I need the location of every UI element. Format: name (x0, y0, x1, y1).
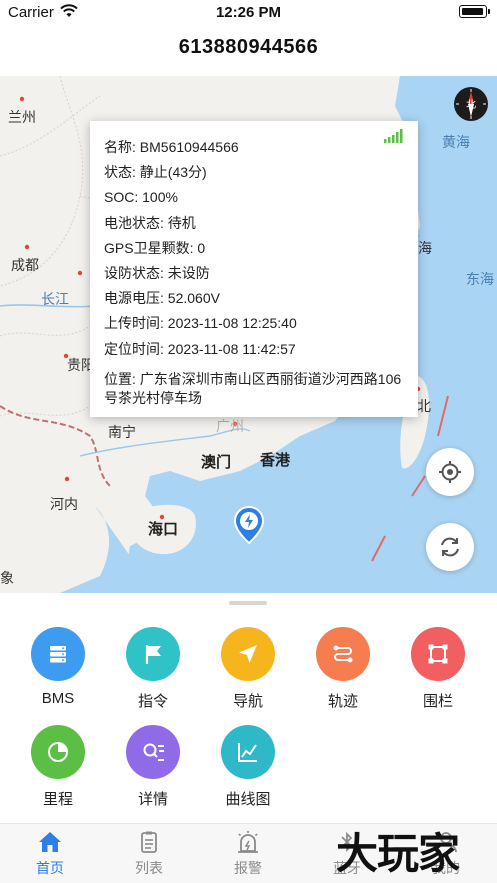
tab-list[interactable]: 列表 (114, 830, 184, 878)
info-row-upload-time: 上传时间: 2023-11-08 12:25:40 (104, 315, 297, 332)
info-row-name: 名称: BM5610944566 (104, 139, 239, 155)
tab-label: 首页 (36, 860, 64, 876)
function-label: 围栏 (422, 693, 453, 710)
city-label: 兰州 (8, 109, 36, 125)
line-chart-icon (221, 725, 275, 779)
details-button[interactable]: 详情 (113, 725, 193, 809)
city-label: 香港 (260, 452, 291, 469)
signal-strength-icon (384, 129, 403, 143)
page-title: 613880944566 (178, 36, 319, 58)
function-panel: BMS 指令 导航 轨迹 围栏 里程 详情 曲线图 (0, 593, 497, 823)
navigation-arrow-icon (221, 627, 275, 681)
city-label: 河内 (50, 496, 78, 512)
mileage-button[interactable]: 里程 (18, 725, 98, 809)
city-label: 成都 (11, 257, 39, 273)
sea-label: 黄海 (442, 134, 470, 150)
clock: 12:26 PM (215, 4, 282, 21)
status-bar: Carrier 12:26 PM (0, 0, 497, 26)
watermark-logo: 大玩家 (336, 829, 460, 878)
refresh-icon (441, 537, 459, 557)
info-address: 位置: 广东省深圳市南山区西丽街道沙河西路106号茶光村停车场 (104, 370, 402, 406)
info-row-status: 状态: 静止(43分) (104, 164, 207, 181)
home-icon (39, 832, 61, 852)
server-icon (31, 627, 85, 681)
bms-button[interactable]: BMS (18, 627, 98, 707)
function-label: 详情 (137, 791, 168, 808)
function-label: 里程 (42, 791, 73, 808)
list-icon (141, 831, 157, 853)
pie-chart-icon (31, 725, 85, 779)
compass-icon[interactable]: 北 (453, 86, 489, 122)
tab-home[interactable]: 首页 (15, 830, 85, 878)
info-row-gps-satellites: GPS卫星颗数: 0 (104, 239, 206, 256)
info-row-battery-status: 电池状态: 待机 (104, 214, 196, 231)
compass-north-label: 北 (466, 99, 476, 111)
info-row-voltage: 电源电压: 52.060V (104, 290, 220, 307)
navigate-button[interactable]: 导航 (208, 627, 288, 711)
tab-label: 报警 (234, 860, 262, 876)
info-row-defense-status: 设防状态: 未设防 (104, 264, 210, 281)
tab-label: 列表 (135, 860, 163, 876)
device-info-popup: 名称: BM5610944566 状态: 静止(43分) SOC: 100% 电… (90, 121, 418, 417)
flag-icon (126, 627, 180, 681)
function-label: 曲线图 (225, 791, 271, 808)
function-label: BMS (41, 690, 75, 707)
city-label: 海口 (148, 521, 179, 538)
sea-label: 东海 (466, 271, 494, 287)
fence-icon (411, 627, 465, 681)
function-label: 轨迹 (327, 693, 358, 710)
info-row-location-time: 定位时间: 2023-11-08 11:42:57 (104, 340, 296, 357)
drag-handle[interactable] (229, 601, 267, 605)
refresh-button[interactable] (426, 523, 474, 571)
track-icon (316, 627, 370, 681)
city-label: 南宁 (108, 424, 136, 440)
info-row-soc: SOC: 100% (104, 189, 178, 206)
tab-alarm[interactable]: 报警 (213, 830, 283, 878)
locate-icon (439, 461, 461, 483)
vehicle-location-marker[interactable] (233, 505, 265, 553)
curve-chart-button[interactable]: 曲线图 (208, 725, 288, 809)
command-button[interactable]: 指令 (113, 627, 193, 711)
track-button[interactable]: 轨迹 (303, 627, 383, 711)
city-label: 澳门 (201, 454, 232, 471)
details-search-icon (126, 725, 180, 779)
city-label: 象 (0, 570, 14, 586)
alarm-icon (238, 831, 258, 853)
battery-icon (459, 5, 490, 18)
river-label: 长江 (41, 291, 69, 307)
fence-button[interactable]: 围栏 (398, 627, 478, 711)
locate-button[interactable] (426, 448, 474, 496)
city-label: 广州 (216, 418, 244, 434)
function-label: 指令 (137, 693, 168, 710)
function-label: 导航 (232, 693, 263, 710)
